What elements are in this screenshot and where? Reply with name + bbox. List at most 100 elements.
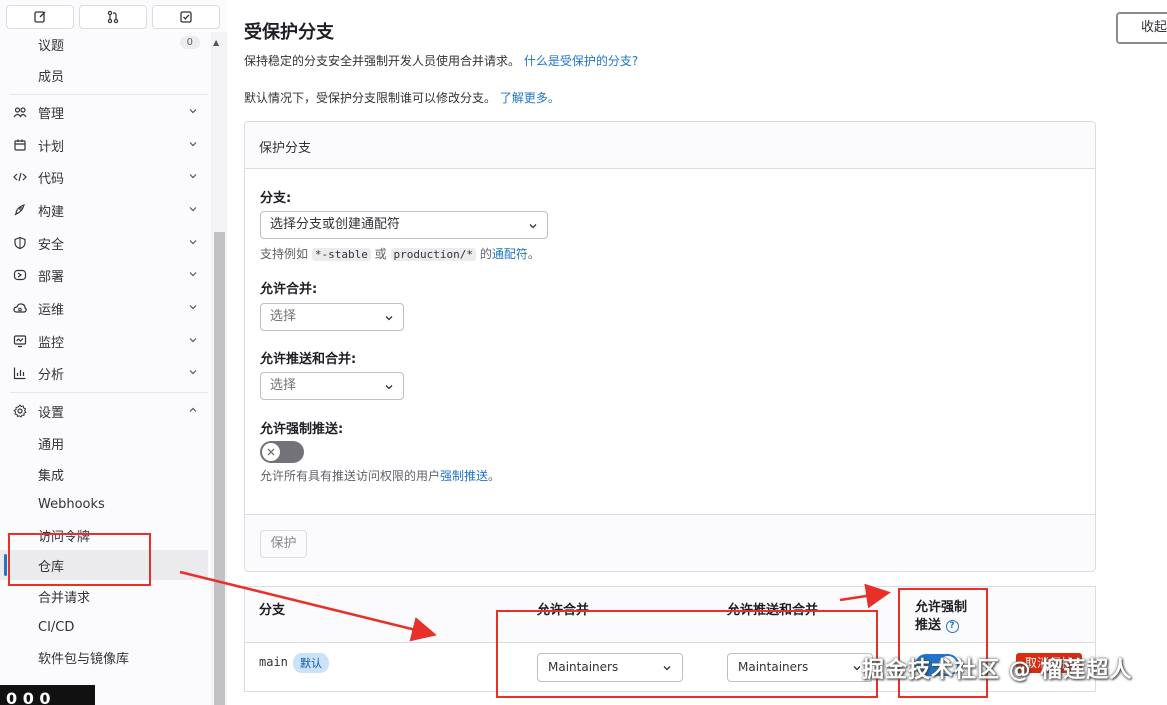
sidebar-item-label: 合并请求 [38, 590, 91, 606]
rocket-icon [12, 202, 28, 218]
force-push-toggle[interactable] [260, 441, 304, 463]
sidebar-item-label: 成员 [38, 69, 65, 85]
help-text: 或 [374, 247, 387, 261]
section-description: 保持稳定的分支安全并强制开发人员使用合并请求。 什么是受保护的分支? [244, 52, 638, 69]
allowed-to-merge-select[interactable]: 选择 [260, 303, 404, 331]
wildcard-example-code: production/* [390, 248, 476, 261]
todo-icon [180, 11, 192, 23]
what-are-protected-branches-link[interactable]: 什么是受保护的分支? [524, 54, 638, 68]
description-text: 默认情况下，受保护分支限制谁可以修改分支。 [244, 91, 497, 105]
settings-icon [12, 403, 28, 419]
sidebar-item-members[interactable]: 成员 [0, 60, 210, 90]
sidebar-section-monitor[interactable]: 监控 [0, 326, 210, 356]
help-text: 。 [488, 469, 501, 483]
column-header-branch: 分支 [259, 603, 286, 618]
chevron-down-icon [189, 142, 197, 147]
branch-select[interactable]: 选择分支或创建通配符 [260, 211, 548, 239]
branch-name: main [259, 655, 288, 669]
sidebar-top-bar [0, 0, 227, 32]
merge-request-icon [107, 10, 119, 24]
code-icon [12, 169, 28, 185]
chevron-down-icon [385, 385, 393, 390]
sidebar-section-label: 设置 [38, 405, 65, 421]
sidebar-section-operate[interactable]: 运维 [0, 293, 210, 323]
section-description-default: 默认情况下，受保护分支限制谁可以修改分支。 了解更多。 [244, 89, 560, 106]
cloud-icon [12, 300, 28, 316]
sidebar-item-label: 软件包与镜像库 [38, 651, 130, 667]
sidebar-section-analyze[interactable]: 分析 [0, 358, 210, 388]
chevron-down-icon [189, 305, 197, 310]
chevron-down-icon [189, 109, 197, 114]
branch-select-placeholder: 选择分支或创建通配符 [270, 217, 401, 232]
sidebar-section-label: 构建 [38, 204, 65, 220]
sidebar-section-security[interactable]: 安全 [0, 228, 210, 258]
help-text: 支持例如 [260, 247, 309, 261]
merge-requests-button[interactable] [79, 5, 147, 29]
sidebar-section-plan[interactable]: 计划 [0, 130, 210, 160]
shield-icon [12, 235, 28, 251]
sidebar-section-label: 代码 [38, 171, 65, 187]
sidebar: 议题 0 成员 管理 计划 代码 构建 安全 部署 运维 监控 分析 设置 通用… [0, 0, 227, 705]
select-placeholder: 选择 [270, 309, 297, 324]
edit-icon [34, 11, 46, 23]
allowed-to-push-merge-select[interactable]: 选择 [260, 372, 404, 400]
sidebar-section-label: 安全 [38, 237, 65, 253]
chevron-down-icon [189, 272, 197, 277]
collapse-button[interactable]: 收起 [1116, 12, 1167, 44]
sidebar-section-deploy[interactable]: 部署 [0, 260, 210, 290]
sidebar-item-ci-cd[interactable]: CI/CD [0, 612, 210, 642]
sidebar-section-label: 分析 [38, 367, 65, 383]
chevron-down-icon [529, 224, 537, 229]
sidebar-section-label: 计划 [38, 139, 65, 155]
scroll-up-arrow-icon[interactable]: ▲ [213, 38, 219, 47]
wildcards-link[interactable]: 通配符 [492, 247, 528, 261]
force-push-help-text: 允许所有具有推送访问权限的用户强制推送。 [260, 467, 500, 484]
issues-count-badge: 0 [179, 36, 200, 49]
chart-icon [12, 365, 28, 381]
card-header: 保护分支 [245, 122, 1095, 169]
sidebar-scrollbar-thumb[interactable] [214, 232, 225, 705]
sidebar-item-webhooks[interactable]: Webhooks [0, 489, 210, 519]
force-push-link[interactable]: 强制推送 [440, 469, 488, 483]
sidebar-section-label: 运维 [38, 302, 65, 318]
sidebar-section-build[interactable]: 构建 [0, 195, 210, 225]
users-icon [12, 104, 28, 120]
monitor-icon [12, 333, 28, 349]
branch-help-text: 支持例如 *-stable 或 production/* 的通配符。 [260, 245, 540, 262]
protect-button[interactable]: 保护 [260, 530, 307, 558]
close-icon [267, 448, 275, 456]
calendar-icon [12, 137, 28, 153]
help-text: 的 [479, 247, 492, 261]
protect-branch-card: 保护分支 分支: 选择分支或创建通配符 支持例如 *-stable 或 prod… [244, 121, 1096, 572]
sidebar-section-manage[interactable]: 管理 [0, 97, 210, 127]
sidebar-section-label: 管理 [38, 106, 65, 122]
bottom-overlay: 0 0 0 [0, 685, 95, 705]
allow-force-push-label: 允许强制推送: [260, 422, 344, 437]
watermark: 掘金技术社区 @ 榴莲超人 [862, 658, 1133, 683]
sidebar-section-label: 监控 [38, 335, 65, 351]
sidebar-item-packages-registries[interactable]: 软件包与镜像库 [0, 642, 210, 672]
chevron-down-icon [189, 240, 197, 245]
sidebar-section-code[interactable]: 代码 [0, 162, 210, 192]
deployments-icon [12, 267, 28, 283]
sidebar-item-issues[interactable]: 议题 0 [0, 29, 210, 59]
chevron-down-icon [385, 316, 393, 321]
page-title: 受保护分支 [244, 22, 334, 43]
sidebar-item-general[interactable]: 通用 [0, 428, 210, 458]
annotation-box-repository [8, 533, 151, 586]
sidebar-divider [10, 392, 208, 393]
sidebar-section-settings[interactable]: 设置 [0, 396, 210, 426]
sidebar-item-label: 集成 [38, 468, 65, 484]
main-content: 受保护分支 收起 保持稳定的分支安全并强制开发人员使用合并请求。 什么是受保护的… [244, 0, 1167, 705]
branch-label: 分支: [260, 191, 292, 206]
default-badge: 默认 [293, 653, 329, 673]
toggle-knob [262, 443, 280, 461]
todos-button[interactable] [152, 5, 220, 29]
learn-more-link[interactable]: 了解更多。 [500, 91, 560, 105]
chevron-down-icon [189, 174, 197, 179]
description-text: 保持稳定的分支安全并强制开发人员使用合并请求。 [244, 54, 521, 68]
edit-button[interactable] [6, 5, 74, 29]
sidebar-item-integrations[interactable]: 集成 [0, 459, 210, 489]
chevron-down-icon [189, 370, 197, 375]
annotation-box-access-columns [496, 610, 878, 698]
